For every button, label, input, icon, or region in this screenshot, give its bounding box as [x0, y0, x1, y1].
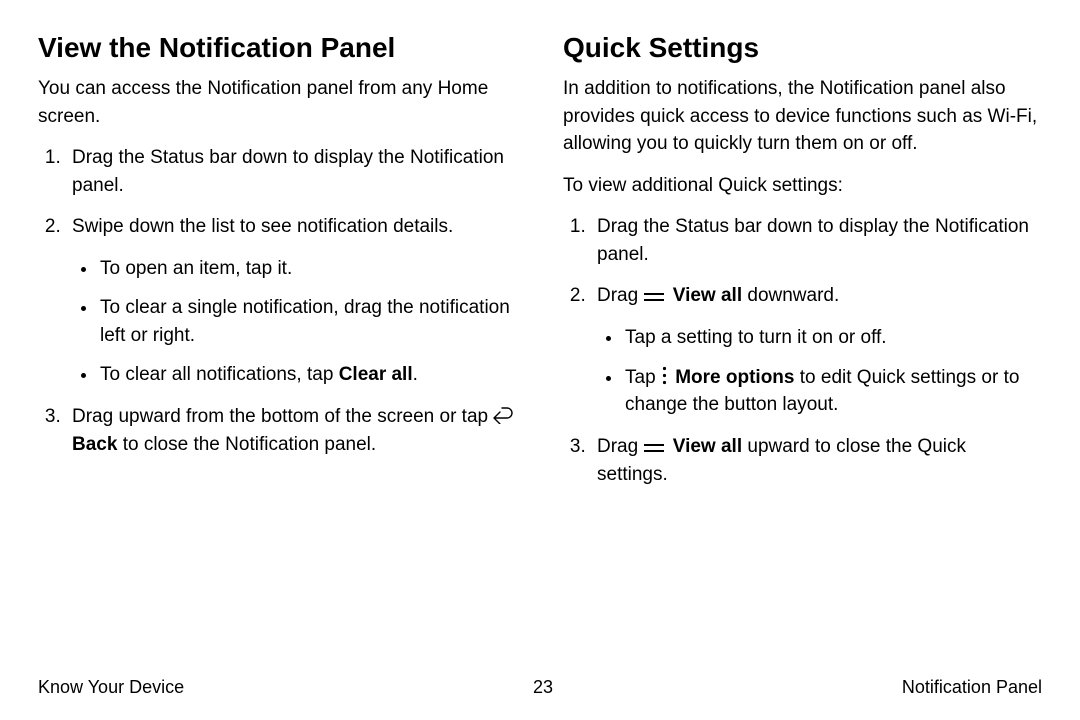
text: Drag	[597, 436, 643, 457]
back-icon	[493, 403, 513, 431]
right-heading: Quick Settings	[563, 30, 1042, 65]
more-options-icon	[661, 364, 668, 392]
left-column: View the Notification Panel You can acce…	[38, 30, 517, 502]
view-all-icon	[643, 433, 665, 461]
footer-page-number: 23	[533, 677, 553, 698]
footer-section-title: Know Your Device	[38, 677, 184, 698]
right-intro: In addition to notifications, the Notifi…	[563, 75, 1042, 158]
left-step-2-bullets: To open an item, tap it. To clear a sing…	[72, 255, 517, 389]
left-steps: Drag the Status bar down to display the …	[38, 144, 517, 458]
left-step-3: Drag upward from the bottom of the scree…	[66, 403, 517, 458]
right-step-2: Drag View all downward. Tap a setting to…	[591, 282, 1042, 419]
left-intro: You can access the Notification panel fr…	[38, 75, 517, 130]
right-step-2-bullet-1: Tap a setting to turn it on or off.	[623, 324, 1042, 352]
left-step-2-bullet-1: To open an item, tap it.	[98, 255, 517, 283]
more-options-label: More options	[675, 367, 794, 388]
two-column-layout: View the Notification Panel You can acce…	[38, 30, 1042, 502]
text: To clear all notifications, tap	[100, 364, 339, 385]
left-step-2-text: Swipe down the list to see notification …	[72, 216, 453, 237]
left-step-2-bullet-3: To clear all notifications, tap Clear al…	[98, 361, 517, 389]
back-label: Back	[72, 434, 117, 455]
text: Tap	[625, 367, 661, 388]
manual-page: View the Notification Panel You can acce…	[0, 0, 1080, 720]
text: Drag upward from the bottom of the scree…	[72, 406, 493, 427]
right-step-2-bullets: Tap a setting to turn it on or off. Tap …	[597, 324, 1042, 419]
page-footer: Know Your Device 23 Notification Panel	[38, 677, 1042, 698]
text: to close the Notification panel.	[117, 434, 376, 455]
right-step-2-bullet-2: Tap More options to edit Quick settings …	[623, 364, 1042, 419]
right-steps: Drag the Status bar down to display the …	[563, 213, 1042, 488]
right-step-3: Drag View all upward to close the Quick …	[591, 433, 1042, 488]
text: Drag	[597, 285, 643, 306]
left-step-2: Swipe down the list to see notification …	[66, 213, 517, 389]
right-column: Quick Settings In addition to notificati…	[563, 30, 1042, 502]
text: .	[413, 364, 418, 385]
footer-topic: Notification Panel	[902, 677, 1042, 698]
right-lead: To view additional Quick settings:	[563, 172, 1042, 200]
view-all-icon	[643, 282, 665, 310]
clear-all-label: Clear all	[339, 364, 413, 385]
left-step-2-bullet-2: To clear a single notification, drag the…	[98, 294, 517, 349]
text: downward.	[742, 285, 839, 306]
right-step-1: Drag the Status bar down to display the …	[591, 213, 1042, 268]
view-all-label: View all	[673, 436, 742, 457]
left-step-1: Drag the Status bar down to display the …	[66, 144, 517, 199]
left-heading: View the Notification Panel	[38, 30, 517, 65]
view-all-label: View all	[673, 285, 742, 306]
